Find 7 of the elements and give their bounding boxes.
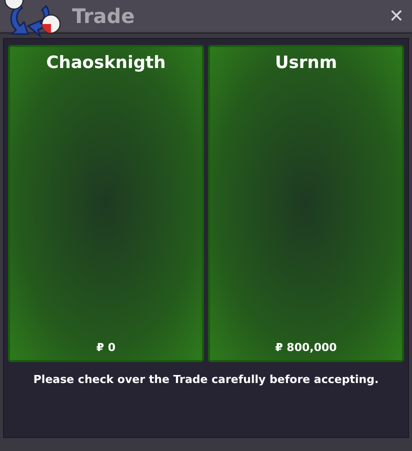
trader-name: Usrnm [274,52,338,75]
money-amount: ₽ 0 [96,340,116,356]
close-button[interactable]: ✕ [388,2,404,30]
window-title: Trade [72,3,135,30]
notice-text: Please check over the Trade carefully before accepting. [33,372,379,388]
trader-name: Chaosknigth [46,52,166,75]
money-amount: ₽ 800,000 [275,340,337,356]
